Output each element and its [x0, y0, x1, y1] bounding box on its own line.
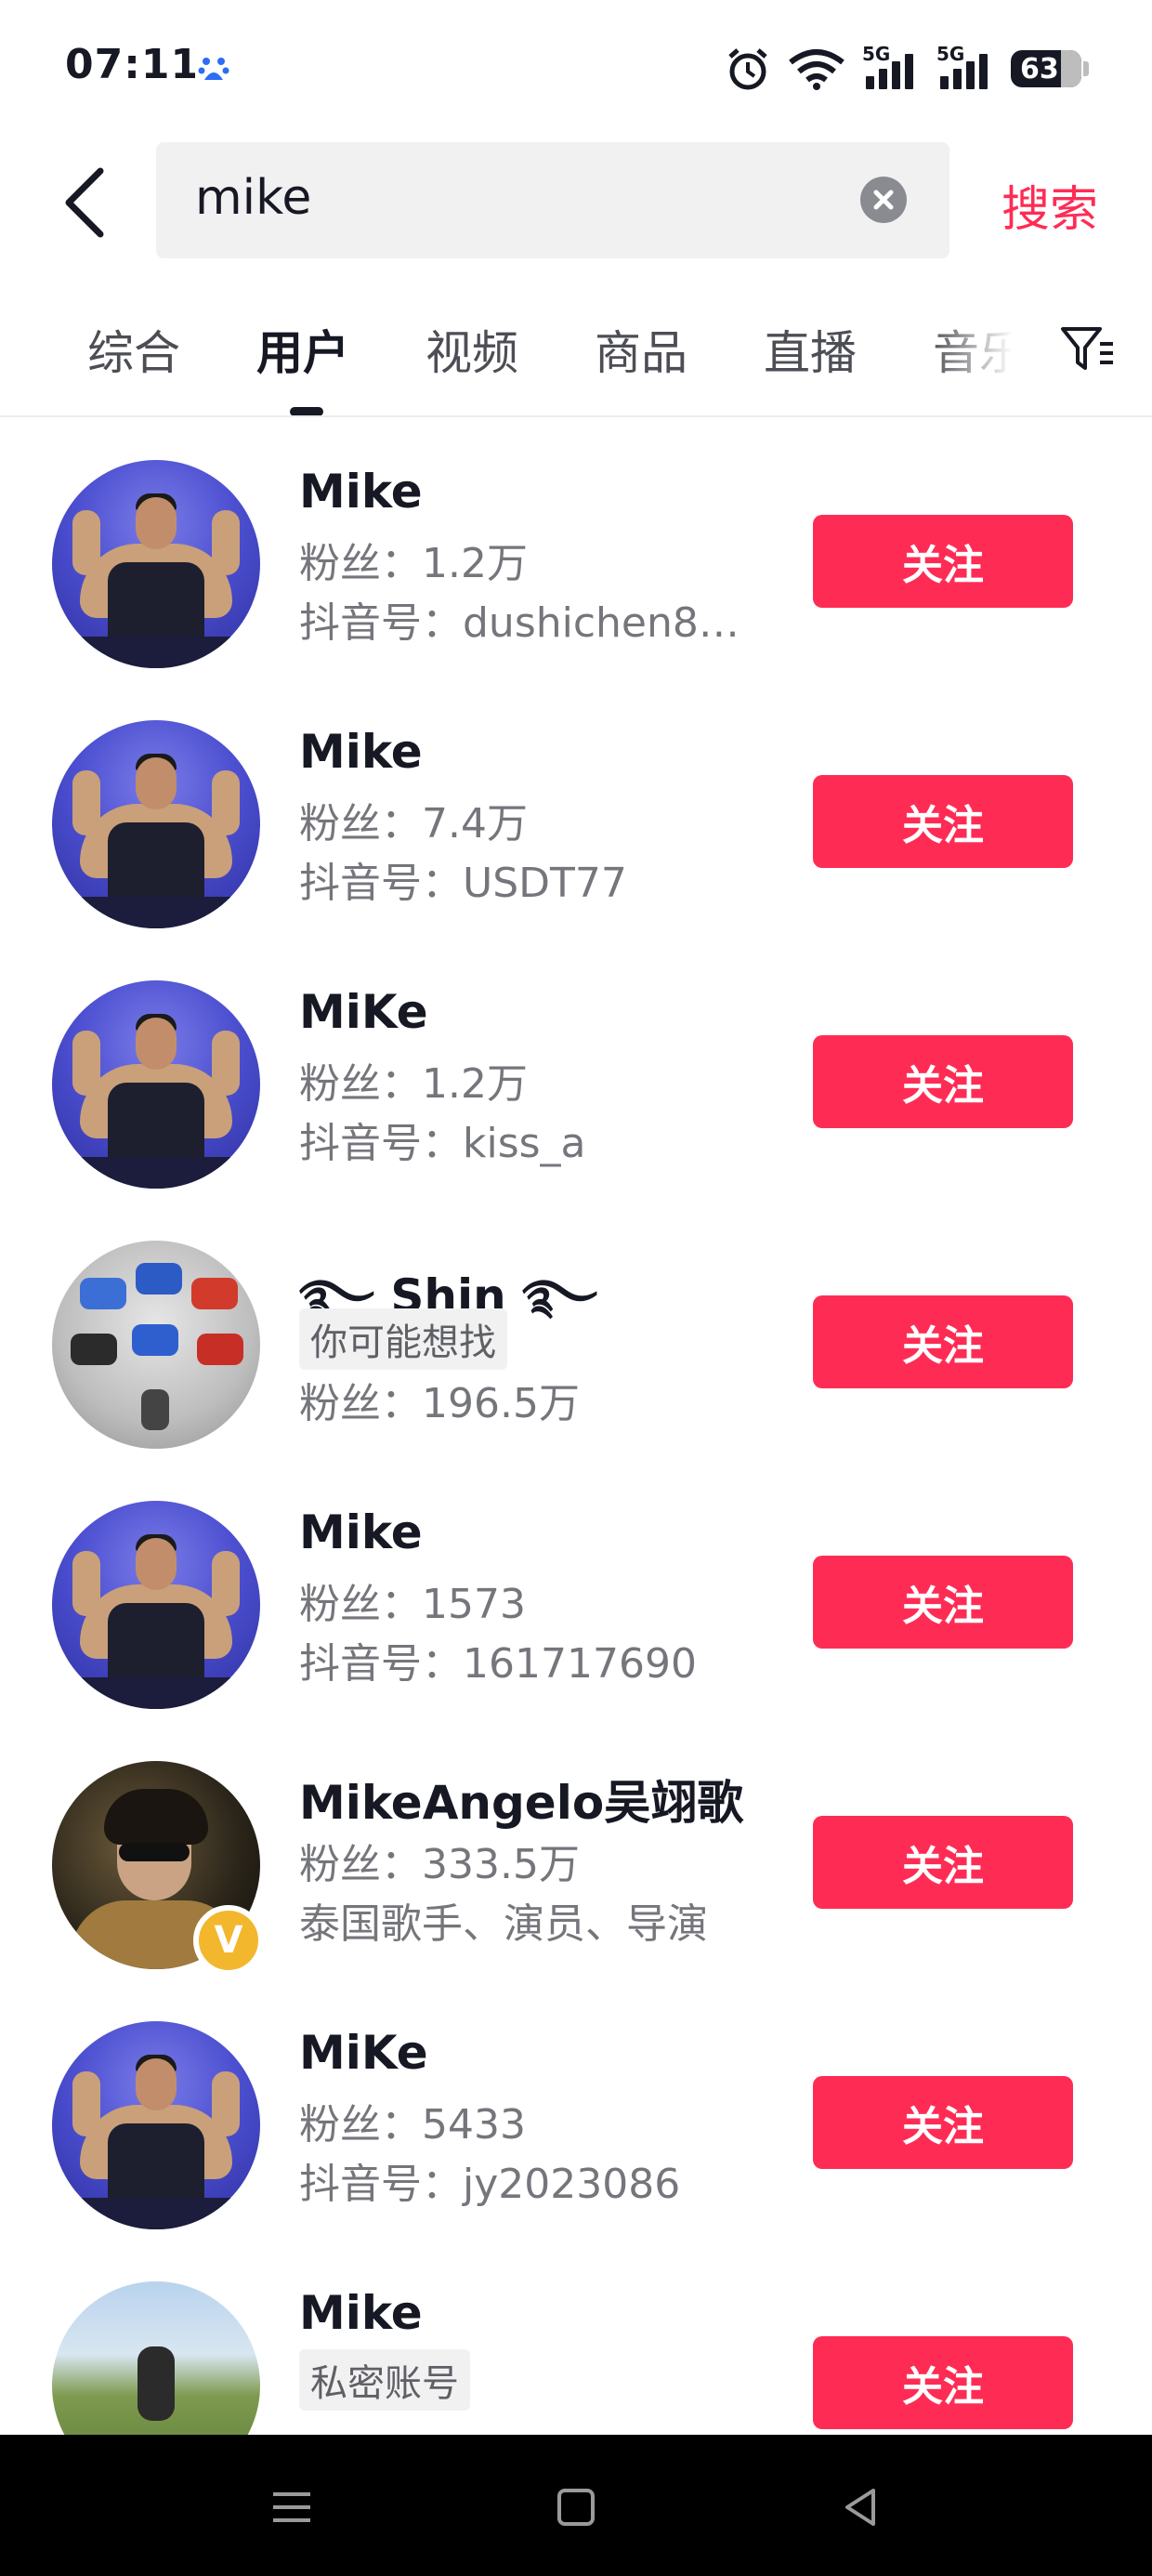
follower-count: 粉丝：333.5万 — [299, 1841, 580, 1888]
battery-level: 63 — [1020, 52, 1059, 85]
baidu-app-icon — [195, 50, 232, 87]
user-bio: 泰国歌手、演员、导演 — [299, 1900, 708, 1948]
user-name: Mike — [299, 465, 423, 519]
list-item[interactable]: Mike 粉丝：1.2万 抖音号：dushichen888… 关注 — [0, 418, 1152, 678]
avatar[interactable] — [52, 460, 260, 668]
avatar[interactable] — [52, 2021, 260, 2229]
list-item[interactable]: Mike 粉丝：1573 抖音号：161717690 关注 — [0, 1459, 1152, 1719]
douyin-id: 抖音号：kiss_a — [299, 1120, 586, 1167]
avatar[interactable] — [52, 2281, 260, 2435]
suggestion-tag: 你可能想找 — [299, 1308, 507, 1370]
follow-button[interactable]: 关注 — [813, 1035, 1073, 1128]
douyin-id: 抖音号：dushichen888… — [299, 599, 764, 647]
list-item[interactable]: V MikeAngelo吴翊歌 粉丝：333.5万 泰国歌手、演员、导演 关注 — [0, 1719, 1152, 1979]
list-item[interactable]: MiKe 粉丝：5433 抖音号：jy2023086 关注 — [0, 1979, 1152, 2240]
tab-fade-overlay — [929, 307, 1041, 409]
battery-icon: 63 — [1011, 50, 1089, 87]
category-tabs: 综合 用户 视频 商品 直播 音乐 — [0, 307, 1152, 418]
douyin-id: 抖音号：USDT77 — [299, 860, 627, 907]
tabs-divider — [0, 415, 1152, 417]
list-item[interactable]: Mike 私密账号 关注 — [0, 2240, 1152, 2435]
status-bar: 07:11 5G 5G 63 — [0, 0, 1152, 139]
avatar[interactable] — [52, 1501, 260, 1709]
list-item[interactable]: MiKe 粉丝：1.2万 抖音号：kiss_a 关注 — [0, 939, 1152, 1199]
user-name: Mike — [299, 2286, 423, 2340]
system-navigation-bar — [0, 2435, 1152, 2576]
menu-icon[interactable] — [264, 2479, 320, 2535]
cellular-signal-1-icon: 5G — [862, 43, 920, 93]
follower-count: 粉丝：1573 — [299, 1581, 526, 1628]
follower-count: 粉丝：7.4万 — [299, 800, 528, 848]
private-account-tag: 私密账号 — [299, 2349, 470, 2411]
follow-button[interactable]: 关注 — [813, 2336, 1073, 2429]
user-name: Mike — [299, 725, 423, 779]
status-icons: 5G 5G 63 — [725, 41, 1089, 97]
user-name: Mike — [299, 1505, 423, 1559]
avatar[interactable] — [52, 720, 260, 928]
avatar[interactable] — [52, 1241, 260, 1449]
home-icon[interactable] — [548, 2479, 604, 2535]
list-item[interactable]: Mike 粉丝：7.4万 抖音号：USDT77 关注 — [0, 678, 1152, 939]
follower-count: 粉丝：5433 — [299, 2101, 526, 2149]
follow-button[interactable]: 关注 — [813, 1556, 1073, 1649]
tab-products[interactable]: 商品 — [595, 316, 687, 383]
tab-comprehensive[interactable]: 综合 — [87, 316, 180, 383]
verified-badge-icon: V — [193, 1905, 264, 1976]
wifi-icon — [789, 49, 844, 90]
follow-button[interactable]: 关注 — [813, 515, 1073, 608]
douyin-id: 抖音号：161717690 — [299, 1640, 697, 1688]
user-name: MiKe — [299, 2026, 428, 2080]
back-triangle-icon[interactable] — [832, 2479, 888, 2535]
filter-icon[interactable] — [1059, 322, 1115, 377]
search-input[interactable]: mike — [156, 142, 949, 258]
tab-videos[interactable]: 视频 — [425, 316, 518, 383]
tab-users[interactable]: 用户 — [256, 316, 349, 383]
clear-search-icon[interactable] — [860, 177, 907, 223]
tab-live[interactable]: 直播 — [764, 316, 857, 383]
cellular-signal-2-icon: 5G — [936, 43, 994, 93]
avatar[interactable] — [52, 980, 260, 1189]
search-button[interactable]: 搜索 — [1001, 170, 1098, 240]
follow-button[interactable]: 关注 — [813, 1295, 1073, 1388]
follow-button[interactable]: 关注 — [813, 775, 1073, 868]
back-arrow-icon[interactable] — [56, 165, 121, 240]
user-name: MikeAngelo吴翊歌 — [299, 1776, 744, 1830]
douyin-id: 抖音号：jy2023086 — [299, 2161, 681, 2208]
list-item[interactable]: ࿐ Shin ࿐ 你可能想找 粉丝：196.5万 关注 — [0, 1199, 1152, 1459]
follow-button[interactable]: 关注 — [813, 1816, 1073, 1909]
search-query-text[interactable]: mike — [195, 170, 311, 226]
follower-count: 粉丝：1.2万 — [299, 1060, 528, 1108]
follower-count: 粉丝：1.2万 — [299, 540, 528, 587]
alarm-icon — [728, 48, 767, 90]
follower-count: 粉丝：196.5万 — [299, 1380, 580, 1427]
follow-button[interactable]: 关注 — [813, 2076, 1073, 2169]
status-time: 07:11 — [65, 41, 201, 88]
user-name: MiKe — [299, 985, 428, 1039]
